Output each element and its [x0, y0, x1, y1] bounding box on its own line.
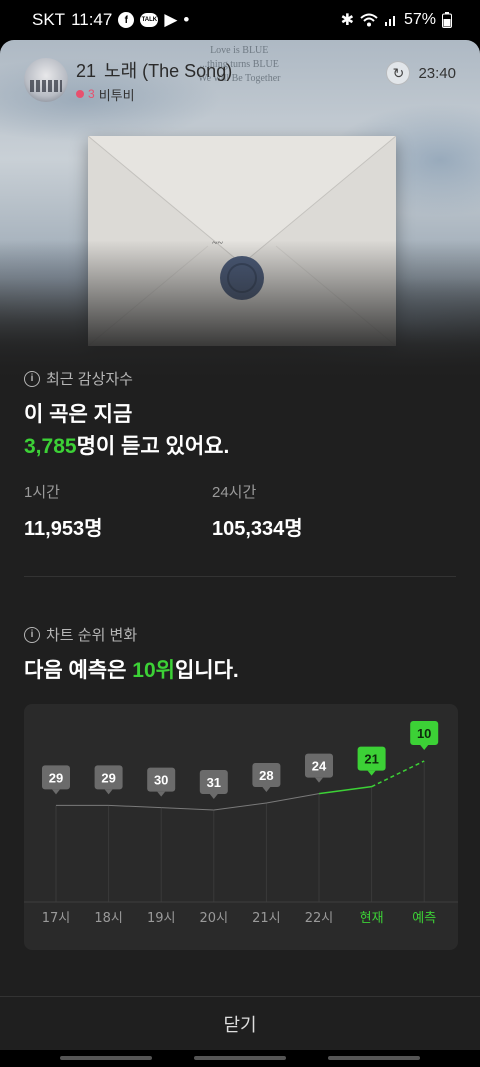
series-segment [108, 804, 162, 809]
prediction-prefix: 다음 예측은 [24, 659, 133, 682]
rank-badge-pointer [420, 745, 429, 750]
rank-value-label: 30 [154, 773, 168, 788]
close-button[interactable]: 닫기 [0, 996, 480, 1050]
divider [24, 576, 456, 577]
rank-value-label: 29 [101, 770, 115, 785]
stat-value: 105,334명 [212, 518, 303, 540]
x-tick-label: 22시 [305, 911, 334, 926]
current-rank: 21 [76, 60, 97, 81]
navigation-bar [0, 1050, 480, 1067]
x-tick-label: 20시 [200, 911, 229, 926]
series-segment [213, 802, 267, 811]
stat-label: 24시간 [212, 484, 257, 501]
nav-back-button[interactable] [328, 1056, 420, 1060]
rank-badge-pointer [367, 770, 376, 776]
song-info: 21 노래 (The Song) 3 비투비 [76, 57, 232, 104]
info-icon[interactable]: i [24, 370, 40, 387]
rank-badge-pointer [315, 777, 323, 783]
stat-1h: 1시간 11,953명 [24, 481, 212, 541]
wifi-icon [360, 13, 378, 27]
rank-value-label: 10 [417, 726, 431, 741]
chart-label: 차트 순위 변화 [46, 627, 138, 644]
listener-stats: 1시간 11,953명 24시간 105,334명 [24, 481, 456, 541]
chart-time-box: ↻ 23:40 [386, 61, 456, 85]
predicted-rank: 10위 [132, 659, 175, 682]
rank-badge-pointer [52, 789, 60, 795]
song-title-line: 21 노래 (The Song) [76, 57, 232, 83]
rank-value-label: 29 [49, 770, 63, 785]
rank-chart: 29 17시 29 18시 30 19시 31 20시 28 21시 24 22시 21 현재 10 예측 [24, 704, 458, 950]
x-tick-label: 21시 [252, 911, 281, 926]
listeners-line1: 이 곡은 지금 [24, 403, 133, 426]
nav-recent-button[interactable] [60, 1056, 152, 1060]
rank-value-label: 21 [364, 752, 378, 767]
stat-24h: 24시간 105,334명 [212, 481, 400, 541]
rank-chart-svg: 29 17시 29 18시 30 19시 31 20시 28 21시 24 22시 21 현재 10 예측 [24, 721, 458, 926]
chart-time: 23:40 [418, 64, 456, 82]
facebook-icon: f [118, 12, 135, 28]
x-tick-label: 18시 [94, 911, 123, 926]
x-tick-label: 17시 [42, 911, 71, 926]
nav-home-button[interactable] [194, 1056, 286, 1060]
battery-icon [442, 12, 452, 28]
prediction-line: 다음 예측은 10위입니다. [24, 655, 456, 687]
series-segment [161, 807, 214, 811]
listener-count: 3,785 [24, 435, 77, 458]
x-tick-label: 19시 [147, 911, 176, 926]
rank-change: 3 [88, 87, 95, 101]
artist-line: 3 비투비 [76, 85, 232, 104]
listeners-suffix: 명이 듣고 있어요. [76, 435, 230, 458]
bluetooth-icon: ✱ [340, 12, 354, 29]
play-icon: ▶ [164, 10, 178, 29]
artist-name[interactable]: 비투비 [99, 85, 135, 104]
rank-value-label: 24 [312, 759, 327, 774]
battery-level: 57% [403, 11, 436, 28]
rank-badge-pointer [262, 787, 271, 792]
info-icon[interactable]: i [24, 626, 40, 643]
status-left: SKT 11:47 f TALK ▶ • [32, 10, 189, 30]
rank-badge-pointer [209, 794, 218, 799]
kakaotalk-icon: TALK [140, 13, 159, 27]
song-header: 21 노래 (The Song) 3 비투비 ↻ 23:40 [24, 57, 456, 104]
series-segment [318, 785, 372, 795]
stat-value: 11,953명 [24, 518, 103, 540]
status-right: ✱ 57% [341, 10, 452, 30]
song-title[interactable]: 노래 (The Song) [104, 61, 232, 81]
listeners-section: i 최근 감상자수 이 곡은 지금 3,785명이 듣고 있어요. 1시간 11… [24, 368, 456, 541]
refresh-icon[interactable]: ↻ [386, 61, 411, 85]
prediction-suffix: 입니다. [174, 659, 239, 682]
x-tick-label: 예측 [412, 911, 436, 926]
listeners-line2: 3,785명이 듣고 있어요. [24, 431, 456, 463]
series-segment [266, 793, 320, 804]
song-detail-sheet: Love is BLUE ...thing turns BLUE We will… [0, 40, 480, 1050]
rank-value-label: 31 [207, 775, 221, 790]
signal-icon [384, 16, 395, 26]
carrier-label: SKT [32, 10, 66, 29]
x-tick-label: 현재 [360, 911, 384, 926]
listeners-label-row: i 최근 감상자수 [24, 368, 456, 389]
listeners-label: 최근 감상자수 [46, 371, 133, 388]
chart-label-row: i 차트 순위 변화 [24, 624, 456, 645]
rank-badge-pointer [157, 791, 166, 797]
status-bar: SKT 11:47 f TALK ▶ • ✱ 57% [0, 0, 480, 40]
rank-value-label: 28 [259, 768, 273, 783]
rank-badge-pointer [104, 789, 113, 795]
notification-dot-icon: • [183, 10, 190, 29]
chart-rank-section: i 차트 순위 변화 다음 예측은 10위입니다. [24, 624, 456, 687]
status-time: 11:47 [71, 10, 113, 29]
rank-up-icon [76, 90, 84, 98]
stat-label: 1시간 [24, 484, 60, 501]
album-thumbnail[interactable] [24, 58, 68, 102]
